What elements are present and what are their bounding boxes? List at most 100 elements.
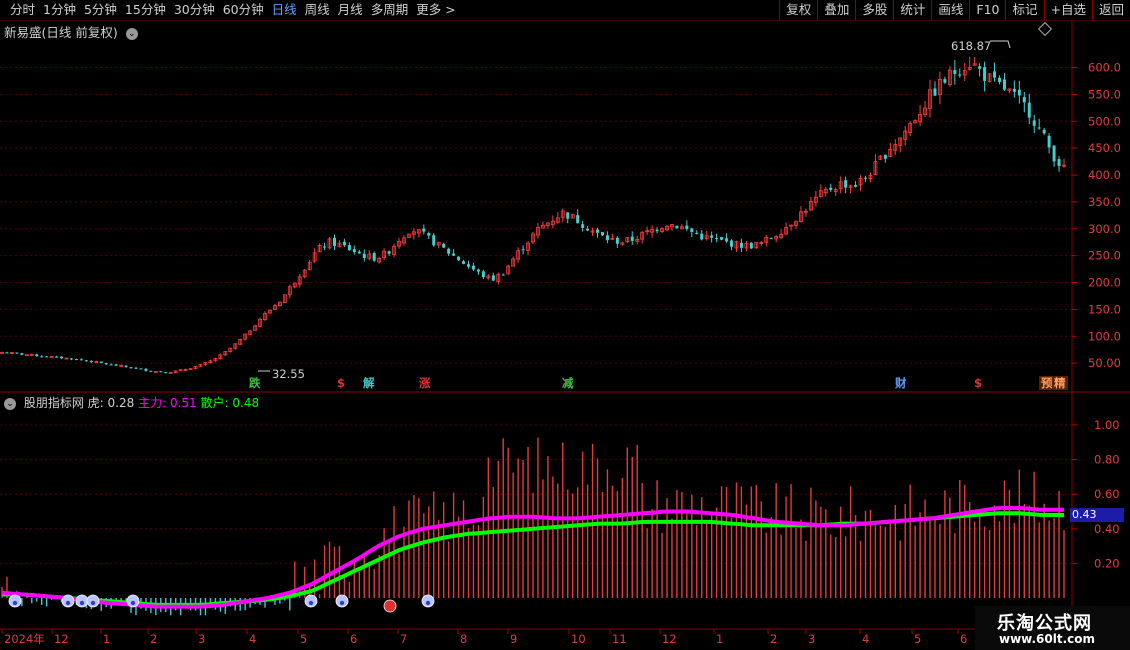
month-label: 5	[914, 632, 921, 646]
candle-body	[442, 243, 446, 248]
draw-line-button[interactable]: 画线	[931, 0, 969, 20]
buy-signal-icon	[383, 599, 397, 613]
month-label: 6	[960, 632, 967, 646]
statistics-button[interactable]: 统计	[893, 0, 931, 20]
month-label: 4	[249, 632, 256, 646]
month-label: 12	[662, 632, 677, 646]
month-label: 2	[150, 632, 157, 646]
high-arrow	[990, 40, 1011, 49]
candle-body	[1017, 89, 1021, 96]
event-badge[interactable]: 跌	[247, 376, 263, 390]
month-label: 1	[716, 632, 723, 646]
low-price-label: 32.55	[272, 367, 305, 381]
tab-intraday[interactable]: 分时	[6, 1, 39, 19]
tab-monthly[interactable]: 月线	[334, 1, 367, 19]
mark-button[interactable]: 标记	[1005, 0, 1043, 20]
indicator-title: ⌄ 股朋指标网 虎: 0.28 主力: 0.51 散户: 0.48	[4, 394, 259, 411]
event-badge[interactable]: $	[335, 376, 347, 390]
candle-body	[164, 372, 168, 374]
tab-5min[interactable]: 5分钟	[80, 1, 121, 19]
price-tick-label: 350.0	[1088, 195, 1121, 209]
candle-body	[730, 240, 734, 247]
candle-body	[55, 356, 59, 358]
indicator-name: 股朋指标网	[23, 396, 84, 410]
toolbar: 分时 1分钟 5分钟 15分钟 30分钟 60分钟 日线 周线 月线 多周期 更…	[0, 0, 1130, 21]
candle-body	[153, 371, 158, 373]
price-tick-label: 450.0	[1088, 141, 1121, 155]
candle-body	[943, 79, 947, 83]
candle-body	[1052, 145, 1056, 162]
event-badge[interactable]: 财	[893, 376, 909, 390]
main-force-label: 主力:	[138, 396, 167, 410]
retail-label: 散户:	[200, 396, 229, 410]
tab-15min[interactable]: 15分钟	[121, 1, 170, 19]
candle-body	[958, 74, 962, 76]
candle-body	[476, 269, 480, 272]
candle-body	[427, 233, 431, 236]
tab-60min[interactable]: 60分钟	[219, 1, 268, 19]
back-button[interactable]: 返回	[1091, 0, 1130, 20]
candle-body	[124, 365, 128, 367]
candle-body	[993, 71, 997, 78]
candle-body	[521, 249, 525, 251]
watermark: 乐淘公式网 www.60lt.com	[975, 606, 1130, 650]
candle-body	[74, 359, 78, 361]
candle-body	[481, 271, 485, 278]
candle-body	[581, 224, 585, 228]
candle-body	[605, 235, 609, 241]
month-label: 8	[460, 632, 467, 646]
event-badge[interactable]: 涨	[417, 376, 433, 390]
price-axis: 600.0 550.0 500.0 450.0 400.0 350.0 300.0 250.0…	[1088, 61, 1121, 371]
event-badge[interactable]: 解	[361, 376, 377, 390]
candle-body	[332, 237, 336, 246]
candle-body	[1002, 79, 1006, 90]
candle-body	[1037, 127, 1041, 129]
main-force-value: 0.51	[169, 396, 197, 410]
month-label: 9	[510, 632, 517, 646]
candle-body	[357, 251, 361, 254]
tab-weekly[interactable]: 周线	[301, 1, 334, 19]
candle-body	[655, 229, 659, 232]
chevron-down-icon[interactable]: ⌄	[4, 397, 16, 410]
candle-body	[576, 215, 580, 224]
candle-body	[983, 67, 987, 81]
watermark-url: www.60lt.com	[999, 632, 1096, 646]
tab-daily[interactable]: 日线	[268, 1, 301, 19]
candle-body	[362, 253, 366, 259]
tab-multi-period[interactable]: 多周期	[367, 1, 413, 19]
candle-body	[144, 368, 148, 371]
candle-body	[1057, 159, 1061, 167]
candle-body	[501, 274, 505, 276]
tiger-label: 虎:	[87, 396, 104, 410]
month-label: 11	[612, 632, 627, 646]
candle-body	[1032, 120, 1036, 126]
candle-body	[462, 261, 466, 264]
candle-body	[84, 360, 88, 362]
event-badge[interactable]: $	[972, 376, 984, 390]
overlay-button[interactable]: 叠加	[817, 0, 855, 20]
chart-canvas: 600.0 550.0 500.0 450.0 400.0 350.0 300.0 250.0…	[0, 20, 1130, 630]
month-label: 12	[54, 632, 69, 646]
candle-body	[15, 352, 19, 354]
tab-30min[interactable]: 30分钟	[170, 1, 219, 19]
multi-stock-button[interactable]: 多股	[855, 0, 893, 20]
candle-body	[471, 265, 475, 270]
add-watchlist-button[interactable]: +自选	[1043, 0, 1092, 20]
candle-body	[596, 229, 600, 233]
price-tick-label: 500.0	[1088, 114, 1121, 128]
price-tick-label: 50.00	[1088, 356, 1121, 370]
tab-more[interactable]: 更多 >	[412, 1, 459, 19]
candle-body	[630, 236, 634, 241]
candle-body	[342, 241, 346, 246]
event-badge[interactable]: 减	[560, 376, 576, 390]
f10-button[interactable]: F10	[969, 0, 1005, 20]
candle-body	[883, 154, 887, 159]
candle-body	[829, 187, 833, 190]
restore-rights-button[interactable]: 复权	[779, 0, 817, 20]
candle-body	[352, 249, 356, 253]
retail-value: 0.48	[232, 396, 260, 410]
event-badge[interactable]: 精	[1052, 376, 1068, 390]
candle-body	[844, 180, 848, 188]
candle-body	[457, 256, 461, 261]
tab-1min[interactable]: 1分钟	[39, 1, 80, 19]
